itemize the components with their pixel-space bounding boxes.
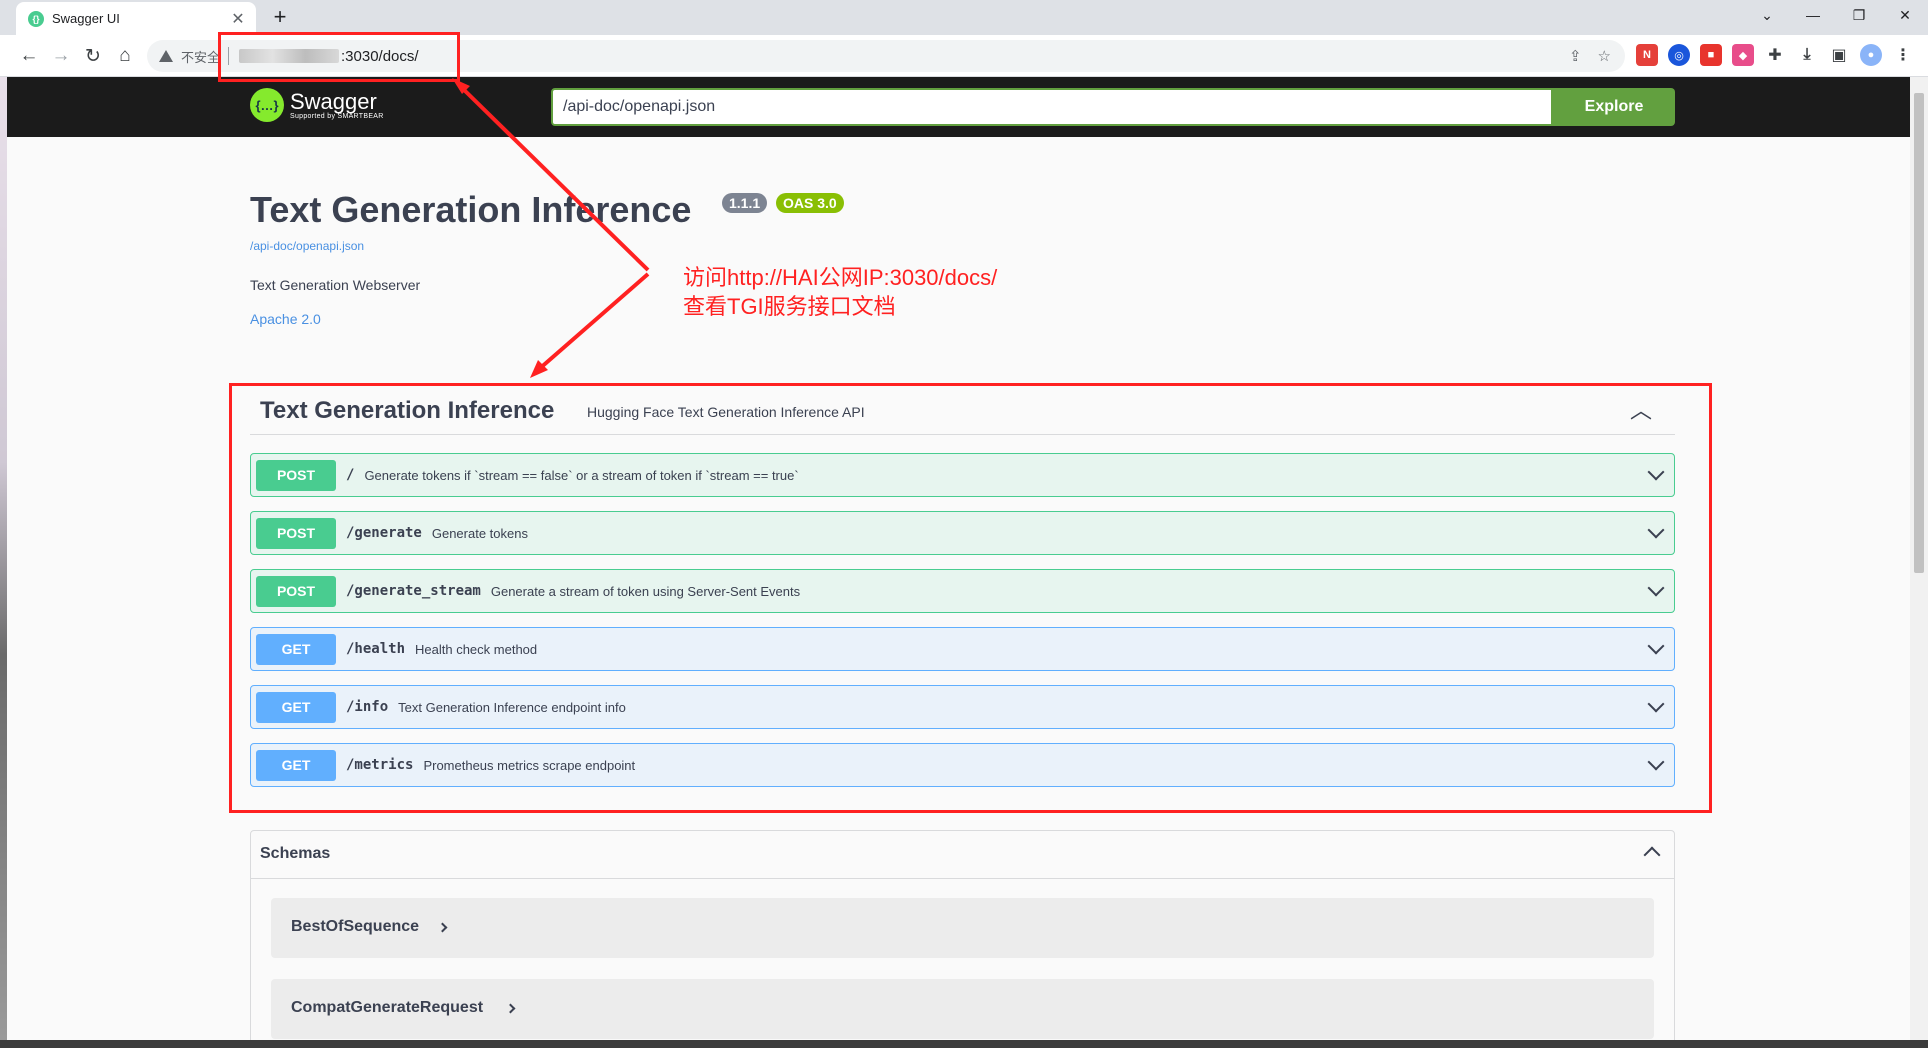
new-extension-icon[interactable]: N — [1636, 44, 1658, 66]
window-controls: ⌄ — ❐ ✕ — [1744, 0, 1928, 30]
model-compat-generate-request[interactable]: CompatGenerateRequest — [271, 979, 1654, 1039]
extensions-area: N ◎ ■ ◆ ✚ ⤓ ▣ ● ⋮ — [1636, 44, 1914, 66]
extension-red-icon[interactable]: ■ — [1700, 44, 1722, 66]
schemas-title: Schemas — [260, 845, 331, 862]
reload-icon[interactable]: ↻ — [78, 41, 108, 71]
restore-icon[interactable]: ❐ — [1836, 0, 1882, 30]
chevron-up-icon[interactable] — [1643, 846, 1661, 864]
scrollbar-thumb[interactable] — [1914, 93, 1924, 573]
profile-avatar-icon[interactable]: ● — [1860, 44, 1882, 66]
version-badge: 1.1.1 — [722, 193, 768, 213]
chevron-right-icon[interactable] — [437, 922, 448, 933]
minimize-icon[interactable]: — — [1790, 0, 1836, 30]
tab-search-icon[interactable]: ⌄ — [1744, 0, 1790, 30]
taskbar-edge — [0, 1040, 1928, 1048]
extensions-puzzle-icon[interactable]: ✚ — [1764, 44, 1786, 66]
swagger-logo-sub: Supported by SMARTBEAR — [290, 112, 384, 120]
spec-url-input[interactable] — [551, 88, 1553, 126]
oas-badge: OAS 3.0 — [776, 193, 844, 213]
browser-tab[interactable]: {} Swagger UI ✕ — [16, 2, 256, 35]
swagger-topbar: {…} Swagger Supported by SMARTBEAR Explo… — [7, 77, 1910, 137]
swagger-logo-icon: {…} — [250, 88, 284, 122]
chevron-right-icon[interactable] — [505, 1003, 516, 1014]
license-link[interactable]: Apache 2.0 — [250, 311, 321, 327]
left-window-edge — [0, 77, 7, 1040]
page-scrollbar[interactable] — [1910, 77, 1928, 1040]
sidepanel-icon[interactable]: ▣ — [1828, 44, 1850, 66]
forward-icon[interactable]: → — [46, 41, 76, 71]
tab-title: Swagger UI — [52, 11, 120, 26]
extension-pink-icon[interactable]: ◆ — [1732, 44, 1754, 66]
insecure-label[interactable]: 不安全 — [181, 47, 220, 66]
menu-kebab-icon[interactable]: ⋮ — [1892, 44, 1914, 66]
annotation-line-1: 访问http://HAI公网IP:3030/docs/ — [683, 265, 998, 290]
share-icon[interactable]: ⇪ — [1569, 47, 1582, 65]
annotation-url-box — [218, 32, 460, 82]
spec-link[interactable]: /api-doc/openapi.json — [250, 239, 364, 253]
api-title: Text Generation Inference — [250, 189, 692, 230]
download-icon[interactable]: ⤓ — [1796, 44, 1818, 66]
model-name: CompatGenerateRequest — [291, 999, 484, 1016]
new-tab-button[interactable]: + — [268, 4, 292, 30]
swagger-favicon-icon: {} — [28, 10, 44, 27]
explore-button[interactable]: Explore — [1553, 88, 1675, 126]
browser-tabbar: {} Swagger UI ✕ + ⌄ — ❐ ✕ — [0, 0, 1928, 35]
annotation-text: 访问http://HAI公网IP:3030/docs/ 查看TGI服务接口文档 — [683, 263, 997, 321]
back-icon[interactable]: ← — [14, 41, 44, 71]
close-tab-icon[interactable]: ✕ — [228, 9, 248, 29]
home-icon[interactable]: ⌂ — [110, 41, 140, 71]
bookmark-star-icon[interactable]: ☆ — [1598, 47, 1611, 65]
swagger-logo-text: Swagger — [290, 88, 377, 114]
model-best-of-sequence[interactable]: BestOfSequence — [271, 898, 1654, 958]
model-name: BestOfSequence — [291, 918, 420, 935]
close-window-icon[interactable]: ✕ — [1882, 0, 1928, 30]
annotation-api-box — [229, 383, 1712, 813]
annotation-line-2: 查看TGI服务接口文档 — [683, 294, 896, 319]
schemas-section: Schemas BestOfSequence CompatGenerateReq… — [250, 830, 1675, 1040]
api-description: Text Generation Webserver — [250, 277, 421, 293]
schemas-header[interactable]: Schemas — [251, 831, 1674, 879]
extension-circle-icon[interactable]: ◎ — [1668, 44, 1690, 66]
swagger-logo[interactable]: {…} Swagger Supported by SMARTBEAR — [250, 88, 384, 122]
warning-icon — [159, 50, 173, 62]
